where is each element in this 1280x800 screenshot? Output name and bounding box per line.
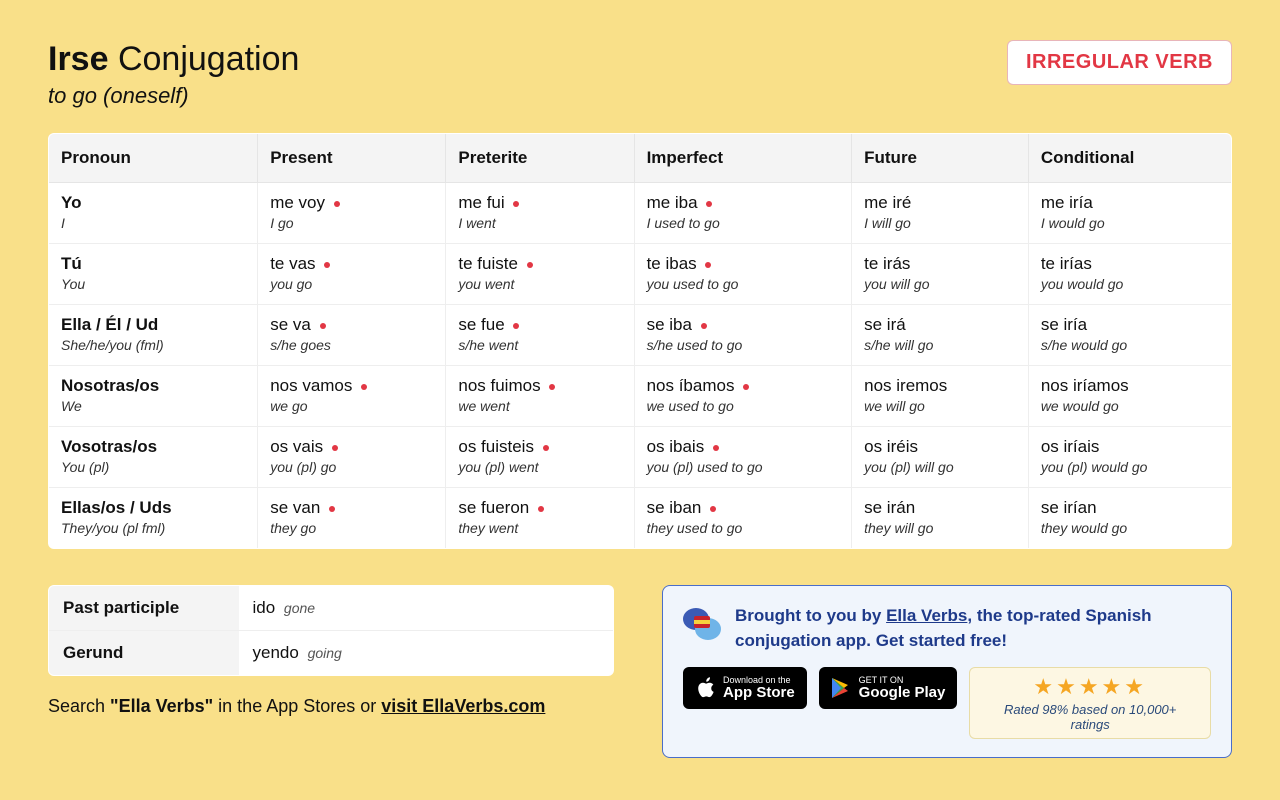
pronoun-cell: Nosotras/osWe (49, 366, 258, 427)
verb-cell: se iba s/he used to go (634, 305, 852, 366)
verb-cell: te vas you go (258, 244, 446, 305)
irregular-dot-icon (713, 445, 719, 451)
column-header: Pronoun (49, 134, 258, 183)
irregular-dot-icon (527, 262, 533, 268)
gerund-value: yendo going (239, 631, 614, 676)
verb-cell: se van they go (258, 488, 446, 549)
verb-cell: nos iremos we will go (852, 366, 1029, 427)
pronoun-cell: Ellas/os / UdsThey/you (pl fml) (49, 488, 258, 549)
irregular-badge: IRREGULAR VERB (1007, 40, 1232, 85)
verb-cell: os vais you (pl) go (258, 427, 446, 488)
column-header: Future (852, 134, 1029, 183)
promo-text: Brought to you by Ella Verbs, the top-ra… (735, 604, 1211, 653)
verb-cell: se fueron they went (446, 488, 634, 549)
verb-cell: te irías you would go (1028, 244, 1231, 305)
search-line: Search "Ella Verbs" in the App Stores or… (48, 696, 614, 717)
verb-cell: me iré I will go (852, 183, 1029, 244)
table-row: Ellas/os / UdsThey/you (pl fml)se van th… (49, 488, 1232, 549)
irregular-dot-icon (538, 506, 544, 512)
app-store-button[interactable]: Download on theApp Store (683, 667, 807, 709)
irregular-dot-icon (549, 384, 555, 390)
verb-cell: se irá s/he will go (852, 305, 1029, 366)
verb-cell: me voy I go (258, 183, 446, 244)
irregular-dot-icon (513, 323, 519, 329)
pronoun-cell: TúYou (49, 244, 258, 305)
verb-cell: se iría s/he would go (1028, 305, 1231, 366)
table-row: Nosotras/osWenos vamos we gonos fuimos w… (49, 366, 1232, 427)
irregular-dot-icon (361, 384, 367, 390)
past-participle-value: ido gone (239, 586, 614, 631)
column-header: Preterite (446, 134, 634, 183)
irregular-dot-icon (705, 262, 711, 268)
verb-cell: me fui I went (446, 183, 634, 244)
verb-cell: nos vamos we go (258, 366, 446, 427)
conjugation-table: PronounPresentPreteriteImperfectFutureCo… (48, 133, 1232, 549)
irregular-dot-icon (320, 323, 326, 329)
irregular-dot-icon (543, 445, 549, 451)
irregular-dot-icon (706, 201, 712, 207)
verb-cell: os ibais you (pl) used to go (634, 427, 852, 488)
table-row: TúYoute vas you gote fuiste you wentte i… (49, 244, 1232, 305)
verb-cell: nos íbamos we used to go (634, 366, 852, 427)
page-title: Irse Conjugation (48, 40, 299, 79)
verb-cell: te ibas you used to go (634, 244, 852, 305)
table-row: Ella / Él / UdShe/he/you (fml)se va s/he… (49, 305, 1232, 366)
gerund-label: Gerund (49, 631, 239, 676)
verb-cell: me iría I would go (1028, 183, 1231, 244)
verb-cell: me iba I used to go (634, 183, 852, 244)
irregular-dot-icon (743, 384, 749, 390)
irregular-dot-icon (334, 201, 340, 207)
past-participle-label: Past participle (49, 586, 239, 631)
page-subtitle: to go (oneself) (48, 83, 299, 109)
google-play-button[interactable]: GET IT ONGoogle Play (819, 667, 958, 709)
verb-cell: nos fuimos we went (446, 366, 634, 427)
column-header: Present (258, 134, 446, 183)
verb-cell: os iréis you (pl) will go (852, 427, 1029, 488)
verb-cell: se irán they will go (852, 488, 1029, 549)
stars-icon: ★★★★★ (984, 674, 1196, 700)
verb-cell: se fue s/he went (446, 305, 634, 366)
irregular-dot-icon (324, 262, 330, 268)
pronoun-cell: YoI (49, 183, 258, 244)
verb-cell: os fuisteis you (pl) went (446, 427, 634, 488)
extras-table: Past participle ido gone Gerund yendo go… (48, 585, 614, 676)
column-header: Imperfect (634, 134, 852, 183)
table-row: YoIme voy I gome fui I wentme iba I used… (49, 183, 1232, 244)
promo-box: Brought to you by Ella Verbs, the top-ra… (662, 585, 1232, 758)
column-header: Conditional (1028, 134, 1231, 183)
pronoun-cell: Ella / Él / UdShe/he/you (fml) (49, 305, 258, 366)
irregular-dot-icon (710, 506, 716, 512)
rating-box: ★★★★★ Rated 98% based on 10,000+ ratings (969, 667, 1211, 739)
verb-cell: se irían they would go (1028, 488, 1231, 549)
promo-icon (683, 604, 723, 644)
irregular-dot-icon (701, 323, 707, 329)
verb-cell: se va s/he goes (258, 305, 446, 366)
verb-cell: te fuiste you went (446, 244, 634, 305)
verb-cell: os iríais you (pl) would go (1028, 427, 1231, 488)
irregular-dot-icon (513, 201, 519, 207)
table-row: Vosotras/osYou (pl)os vais you (pl) goos… (49, 427, 1232, 488)
verb-cell: te irás you will go (852, 244, 1029, 305)
play-icon (831, 677, 851, 699)
irregular-dot-icon (332, 445, 338, 451)
apple-icon (695, 676, 715, 700)
verb-cell: nos iríamos we would go (1028, 366, 1231, 427)
visit-link[interactable]: visit EllaVerbs.com (381, 696, 545, 716)
pronoun-cell: Vosotras/osYou (pl) (49, 427, 258, 488)
verb-cell: se iban they used to go (634, 488, 852, 549)
irregular-dot-icon (329, 506, 335, 512)
ella-verbs-link[interactable]: Ella Verbs (886, 606, 967, 625)
